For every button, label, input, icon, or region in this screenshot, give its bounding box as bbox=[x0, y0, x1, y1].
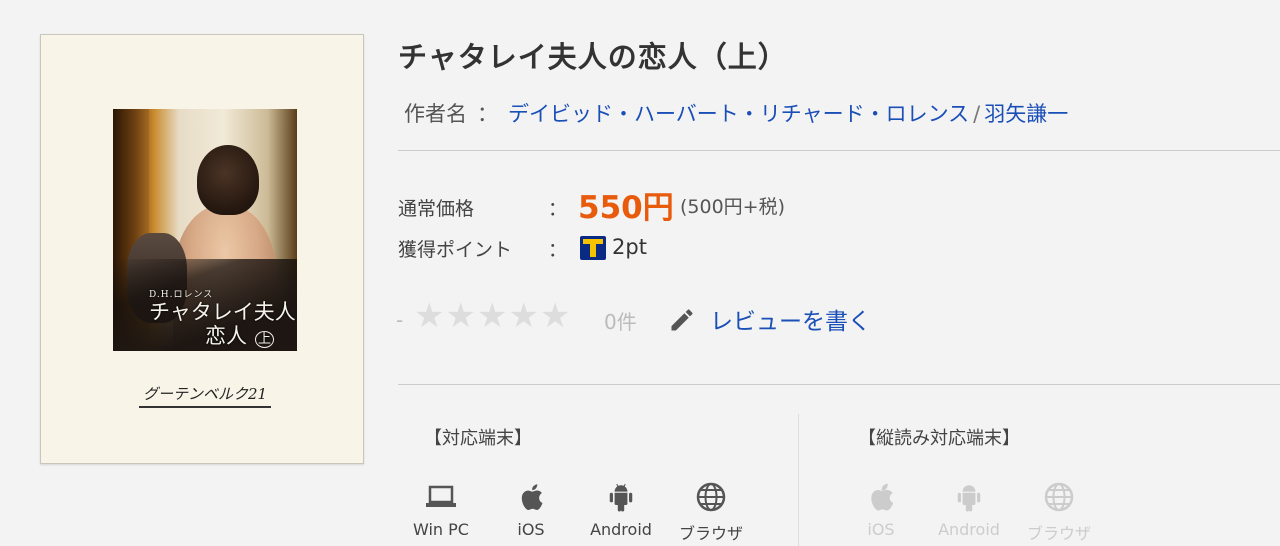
android-icon bbox=[957, 485, 981, 512]
globe-icon bbox=[696, 482, 726, 512]
device-label: iOS bbox=[867, 520, 895, 539]
divider bbox=[398, 150, 1280, 151]
author-link-1[interactable]: デイビッド・ハーバート・リチャード・ロレンス bbox=[508, 102, 969, 126]
laptop-icon bbox=[426, 485, 456, 507]
book-cover-image[interactable]: D.H.ロレンス チャタレイ夫人の 恋人上 グーテンベルク21 bbox=[40, 34, 364, 464]
author-row: 作者名 ： デイビッド・ハーバート・リチャード・ロレンス / 羽矢謙一 bbox=[404, 98, 1068, 128]
vertical-device-browser: ブラウザ bbox=[1016, 478, 1102, 544]
device-label: Android bbox=[590, 520, 652, 539]
cover-title-line2: 恋人 bbox=[205, 324, 247, 348]
author-colon: ： bbox=[477, 102, 498, 126]
device-label: ブラウザ bbox=[678, 524, 743, 543]
device-win-pc: Win PC bbox=[398, 478, 484, 539]
supported-devices-heading: 【対応端末】 bbox=[424, 428, 532, 449]
device-label: Android bbox=[938, 520, 1000, 539]
rating-stars: ★★★★★ bbox=[414, 296, 572, 336]
cover-volume: 上 bbox=[255, 331, 275, 348]
device-label: iOS bbox=[517, 520, 545, 539]
cover-photo: D.H.ロレンス チャタレイ夫人の 恋人上 bbox=[113, 109, 297, 351]
divider bbox=[398, 384, 1280, 385]
points-value: 2pt bbox=[612, 235, 647, 259]
write-review-link[interactable]: レビューを書く bbox=[710, 302, 871, 336]
cover-publisher: グーテンベルク21 bbox=[139, 383, 272, 408]
vertical-device-ios: iOS bbox=[838, 478, 924, 539]
author-separator: / bbox=[973, 102, 981, 126]
review-count: 0件 bbox=[604, 310, 637, 334]
device-ios: iOS bbox=[488, 478, 574, 539]
apple-icon bbox=[521, 484, 543, 510]
price-value: 550円 bbox=[578, 190, 674, 226]
cover-title-line1: チャタレイ夫人の bbox=[149, 300, 297, 324]
points-colon: ： bbox=[548, 239, 568, 261]
device-browser: ブラウザ bbox=[668, 478, 754, 544]
cover-author: D.H.ロレンス bbox=[149, 290, 214, 300]
author-link-2[interactable]: 羽矢謙一 bbox=[984, 102, 1068, 126]
t-point-icon bbox=[580, 236, 606, 260]
price-tax-note: (500円+税) bbox=[680, 196, 786, 218]
vertical-devices-heading: 【縦読み対応端末】 bbox=[858, 428, 1020, 449]
cover-title-text: D.H.ロレンス チャタレイ夫人の 恋人上 bbox=[149, 287, 297, 351]
apple-icon bbox=[871, 483, 894, 511]
pencil-icon[interactable] bbox=[668, 306, 696, 334]
vertical-device-android: Android bbox=[926, 478, 1012, 539]
device-section-divider bbox=[798, 414, 799, 546]
android-icon bbox=[609, 483, 633, 512]
device-label: ブラウザ bbox=[1026, 524, 1091, 543]
author-label: 作者名 bbox=[404, 102, 467, 126]
book-title: チャタレイ夫人の恋人（上） bbox=[398, 40, 788, 74]
rating-value: - bbox=[396, 308, 404, 332]
price-label: 通常価格 bbox=[398, 198, 475, 220]
device-label: Win PC bbox=[413, 520, 469, 539]
globe-icon bbox=[1044, 482, 1074, 512]
points-label: 獲得ポイント bbox=[398, 239, 513, 261]
device-android: Android bbox=[578, 478, 664, 539]
price-colon: ： bbox=[548, 198, 568, 220]
